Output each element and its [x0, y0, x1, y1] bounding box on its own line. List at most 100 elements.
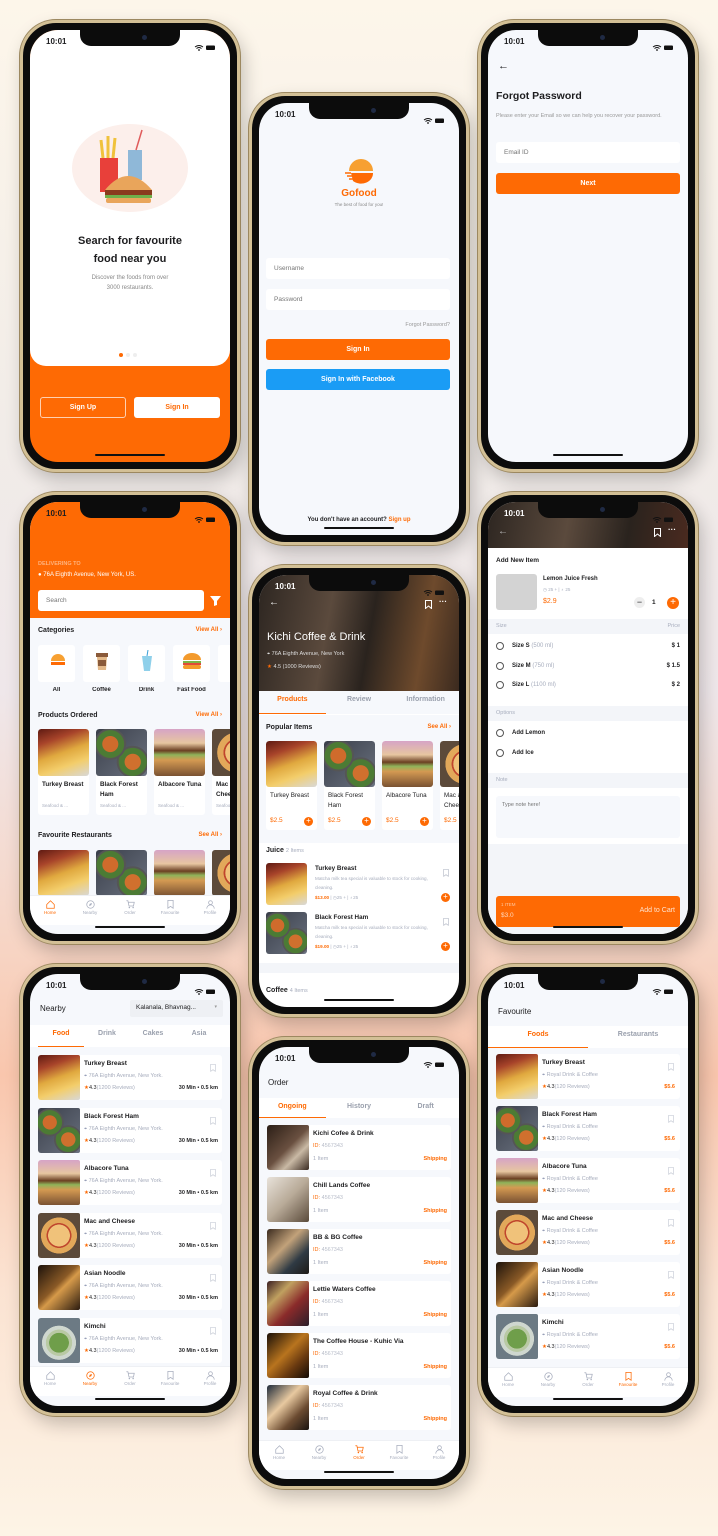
bookmark-icon[interactable]	[667, 1110, 675, 1128]
sign-in-button[interactable]: Sign In	[134, 397, 220, 418]
home-indicator[interactable]	[324, 998, 394, 1001]
order-row[interactable]: Kichi Cofee & Drink ID: 4567343 1 Item Ship…	[267, 1125, 451, 1170]
tab-ongoing[interactable]: Ongoing	[259, 1098, 326, 1118]
bookmark-icon[interactable]	[209, 1322, 217, 1340]
tab-restaurants[interactable]: Restaurants	[588, 1026, 688, 1048]
tab-profile[interactable]: Profile	[190, 896, 230, 925]
tab-nearby[interactable]: Nearby	[528, 1368, 568, 1397]
order-row[interactable]: Royal Coffee & Drink ID: 4567343 1 Item Shi…	[267, 1385, 451, 1430]
decrease-quantity-button[interactable]: −	[634, 597, 645, 608]
favourite-row[interactable]: Kimchi ⌖ Royal Drink & Coffee ★4.3(120 Rev…	[496, 1314, 680, 1359]
category-coffee[interactable]	[83, 645, 120, 682]
home-indicator[interactable]	[553, 1397, 623, 1400]
option-checkbox[interactable]	[496, 748, 504, 757]
more-icon[interactable]: ···	[668, 525, 676, 534]
bookmark-icon[interactable]	[667, 1214, 675, 1232]
bookmark-icon[interactable]	[667, 1318, 675, 1336]
password-input[interactable]	[266, 289, 450, 310]
bookmark-icon[interactable]	[667, 1058, 675, 1076]
home-indicator[interactable]	[553, 925, 623, 928]
tab-favourite[interactable]: Favourite	[150, 896, 190, 925]
search-input[interactable]	[38, 590, 204, 611]
favourite-row[interactable]: Black Forest Ham ⌖ Royal Drink & Coffee ★4…	[496, 1106, 680, 1151]
size-radio[interactable]	[496, 661, 504, 670]
tab-home[interactable]: Home	[30, 896, 70, 925]
sign-in-button[interactable]: Sign In	[266, 339, 450, 360]
page-indicator[interactable]	[119, 353, 137, 357]
restaurant-image[interactable]	[38, 850, 89, 896]
category-all[interactable]	[38, 645, 75, 682]
popular-item-card[interactable]: Mac and Cheese$2.5+	[440, 741, 459, 830]
tab-profile[interactable]: Profile	[419, 1441, 459, 1470]
tab-nearby[interactable]: Nearby	[299, 1441, 339, 1470]
size-option[interactable]: Size M (750 ml)	[512, 663, 554, 669]
home-indicator[interactable]	[95, 1397, 165, 1400]
bookmark-icon[interactable]	[209, 1112, 217, 1130]
restaurant-image[interactable]	[96, 850, 147, 896]
see-all-popular-link[interactable]: See All ›	[428, 724, 451, 730]
facebook-sign-in-button[interactable]: Sign In with Facebook	[266, 369, 450, 390]
note-textarea[interactable]	[496, 796, 680, 838]
tab-nearby[interactable]: Nearby	[70, 1367, 110, 1396]
favourite-row[interactable]: Albacore Tuna ⌖ Royal Drink & Coffee ★4.3(…	[496, 1158, 680, 1203]
order-row[interactable]: BB & BG Coffee ID: 4567343 1 Item Shipping	[267, 1229, 451, 1274]
restaurant-image[interactable]	[212, 850, 230, 896]
favourite-row[interactable]: Turkey Breast ⌖ Royal Drink & Coffee ★4.3(…	[496, 1054, 680, 1099]
order-row[interactable]: Chill Lands Coffee ID: 4567343 1 Item Shipp…	[267, 1177, 451, 1222]
bookmark-icon[interactable]	[667, 1162, 675, 1180]
forgot-password-link[interactable]: Forgot Password?	[405, 322, 450, 328]
nearby-row[interactable]: Black Forest Ham ⌖ 76A Eighth Avenue, New…	[38, 1107, 222, 1153]
tab-order[interactable]: Order	[110, 896, 150, 925]
tab-nearby[interactable]: Nearby	[70, 896, 110, 925]
favourite-row[interactable]: Asian Noodle ⌖ Royal Drink & Coffee ★4.3(1…	[496, 1262, 680, 1307]
home-indicator[interactable]	[95, 925, 165, 928]
tab-favourite[interactable]: Favourite	[150, 1367, 190, 1396]
product-card[interactable]: Mac and Cheese Seafood & ...	[212, 729, 230, 815]
restaurant-image[interactable]	[154, 850, 205, 896]
more-icon[interactable]: ···	[439, 597, 447, 606]
tab-draft[interactable]: Draft	[392, 1098, 459, 1118]
order-row[interactable]: The Coffee House - Kuhic Via ID: 4567343 1…	[267, 1333, 451, 1378]
email-input[interactable]	[496, 142, 680, 163]
tab-home[interactable]: Home	[30, 1367, 70, 1396]
tab-history[interactable]: History	[326, 1098, 393, 1118]
nearby-row[interactable]: Mac and Cheese ⌖ 76A Eighth Avenue, New Y…	[38, 1212, 222, 1258]
tab-food[interactable]: Food	[38, 1025, 84, 1047]
sign-up-button[interactable]: Sign Up	[40, 397, 126, 418]
add-to-cart-button[interactable]: 1 ITEM $3.0 Add to Cart	[496, 896, 680, 927]
see-all-restaurants-link[interactable]: See All ›	[199, 832, 222, 838]
bookmark-icon[interactable]	[209, 1164, 217, 1182]
bookmark-icon[interactable]	[209, 1217, 217, 1235]
nearby-row[interactable]: Kimchi ⌖ 76A Eighth Avenue, New York. ★4.3…	[38, 1317, 222, 1363]
favourite-row[interactable]: Mac and Cheese ⌖ Royal Drink & Coffee ★4.3…	[496, 1210, 680, 1255]
size-option[interactable]: Size S (500 ml)	[512, 643, 553, 649]
tab-order[interactable]: Order	[339, 1441, 379, 1470]
category-c[interactable]	[218, 645, 230, 682]
bookmark-icon[interactable]	[442, 864, 450, 882]
tab-products[interactable]: Products	[259, 691, 326, 714]
home-indicator[interactable]	[324, 1470, 394, 1473]
nearby-row[interactable]: Turkey Breast ⌖ 76A Eighth Avenue, New Yo…	[38, 1055, 222, 1100]
option-checkbox[interactable]	[496, 729, 504, 737]
tab-home[interactable]: Home	[488, 1368, 528, 1397]
tab-order[interactable]: Order	[110, 1367, 150, 1396]
delivery-address[interactable]: ● 76A Eighth Avenue, New York, US.	[38, 572, 136, 578]
product-card[interactable]: Albacore Tuna Seafood & ...	[154, 729, 205, 815]
order-row[interactable]: Lettie Waters Coffee ID: 4567343 1 Item Shi…	[267, 1281, 451, 1326]
size-radio[interactable]	[496, 681, 504, 689]
product-card[interactable]: Black Forest Ham Seafood & ...	[96, 729, 147, 815]
tab-information[interactable]: Information	[392, 691, 459, 714]
add-item-button[interactable]: +	[441, 893, 450, 902]
next-button[interactable]: Next	[496, 173, 680, 194]
filter-icon[interactable]	[210, 595, 221, 606]
sign-up-link[interactable]: Sign up	[389, 517, 411, 523]
bookmark-icon[interactable]	[425, 600, 432, 609]
tab-home[interactable]: Home	[259, 1441, 299, 1470]
username-input[interactable]	[266, 258, 450, 279]
add-item-button[interactable]: +	[441, 942, 450, 951]
tab-profile[interactable]: Profile	[648, 1368, 688, 1397]
home-indicator[interactable]	[95, 453, 165, 456]
nearby-row[interactable]: Asian Noodle ⌖ 76A Eighth Avenue, New Yor…	[38, 1265, 222, 1310]
increase-quantity-button[interactable]: +	[667, 597, 679, 609]
back-arrow-icon[interactable]: ←	[498, 60, 509, 72]
